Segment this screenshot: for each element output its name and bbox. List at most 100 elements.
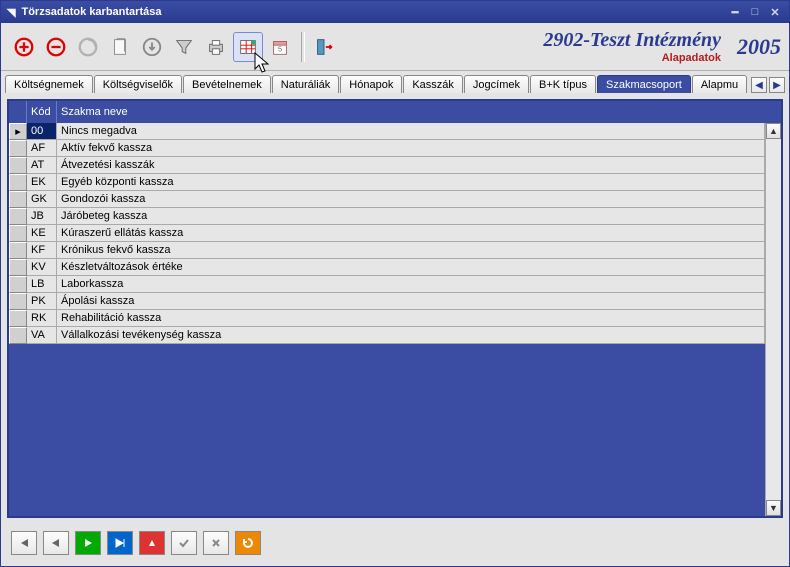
row-selector[interactable] — [9, 208, 27, 225]
table-row[interactable]: EKEgyéb központi kassza — [9, 174, 765, 191]
maximize-button[interactable]: □ — [747, 5, 763, 19]
row-name-cell[interactable]: Rehabilitáció kassza — [57, 310, 765, 327]
tab-bevételnemek[interactable]: Bevételnemek — [183, 75, 271, 93]
tab-költségviselők[interactable]: Költségviselők — [94, 75, 182, 93]
table-row[interactable]: PKÁpolási kassza — [9, 293, 765, 310]
nav-cancel-button[interactable] — [203, 531, 229, 555]
tab-költségnemek[interactable]: Költségnemek — [5, 75, 93, 93]
row-code-cell[interactable]: PK — [27, 293, 57, 310]
row-name-cell[interactable]: Átvezetési kasszák — [57, 157, 765, 174]
row-name-cell[interactable]: Aktív fekvő kassza — [57, 140, 765, 157]
row-selector[interactable] — [9, 327, 27, 344]
exit-button[interactable] — [309, 32, 339, 62]
tab-jogcímek[interactable]: Jogcímek — [464, 75, 529, 93]
table-row[interactable]: ATÁtvezetési kasszák — [9, 157, 765, 174]
row-name-cell[interactable]: Egyéb központi kassza — [57, 174, 765, 191]
nav-first-button[interactable] — [11, 531, 37, 555]
row-selector[interactable] — [9, 225, 27, 242]
tab-naturáliák[interactable]: Naturáliák — [272, 75, 340, 93]
vertical-scrollbar[interactable]: ▲ ▼ — [765, 123, 781, 516]
row-name-cell[interactable]: Gondozói kassza — [57, 191, 765, 208]
add-icon — [13, 36, 35, 58]
spreadsheet-button[interactable] — [233, 32, 263, 62]
row-code-cell[interactable]: AT — [27, 157, 57, 174]
row-name-cell[interactable]: Ápolási kassza — [57, 293, 765, 310]
row-selector[interactable] — [9, 259, 27, 276]
down-arrow-icon — [141, 36, 163, 58]
row-name-cell[interactable]: Kúraszerű ellátás kassza — [57, 225, 765, 242]
filter-button[interactable] — [169, 32, 199, 62]
tab-scroll-left-button[interactable]: ◀ — [751, 77, 767, 93]
scroll-track[interactable] — [766, 139, 781, 500]
row-code-cell[interactable]: EK — [27, 174, 57, 191]
table-row[interactable]: KFKrónikus fekvő kassza — [9, 242, 765, 259]
row-selector[interactable] — [9, 140, 27, 157]
nav-refresh-button[interactable] — [235, 531, 261, 555]
table-row[interactable]: KVKészletváltozások értéke — [9, 259, 765, 276]
grid-header-row: Kód Szakma neve — [9, 101, 781, 123]
nav-check-button[interactable] — [171, 531, 197, 555]
row-selector[interactable] — [9, 310, 27, 327]
row-name-cell[interactable]: Laborkassza — [57, 276, 765, 293]
row-code-cell[interactable]: KF — [27, 242, 57, 259]
refresh-button[interactable] — [73, 32, 103, 62]
row-selector[interactable] — [9, 174, 27, 191]
table-row[interactable]: ▸00Nincs megadva — [9, 123, 765, 140]
app-icon: ◥ — [7, 6, 15, 19]
print-button[interactable] — [201, 32, 231, 62]
table-row[interactable]: VAVállalkozási tevékenység kassza — [9, 327, 765, 344]
row-code-cell[interactable]: 00 — [27, 123, 57, 140]
nav-last-button[interactable] — [107, 531, 133, 555]
table-row[interactable]: AFAktív fekvő kassza — [9, 140, 765, 157]
row-selector[interactable] — [9, 157, 27, 174]
row-name-cell[interactable]: Járóbeteg kassza — [57, 208, 765, 225]
minimize-button[interactable]: ━ — [727, 5, 743, 19]
table-row[interactable]: GKGondozói kassza — [9, 191, 765, 208]
row-code-cell[interactable]: LB — [27, 276, 57, 293]
tab-hónapok[interactable]: Hónapok — [340, 75, 402, 93]
copy-button[interactable] — [105, 32, 135, 62]
tab-kasszák[interactable]: Kasszák — [403, 75, 463, 93]
row-code-cell[interactable]: VA — [27, 327, 57, 344]
calendar-button[interactable]: 5 — [265, 32, 295, 62]
table-row[interactable]: JBJáróbeteg kassza — [9, 208, 765, 225]
row-selector[interactable] — [9, 293, 27, 310]
grid-header-code[interactable]: Kód — [27, 101, 57, 123]
row-selector[interactable] — [9, 242, 27, 259]
table-row[interactable]: KEKúraszerű ellátás kassza — [9, 225, 765, 242]
window-title: Törzsadatok karbantartása — [21, 6, 161, 18]
nav-insert-button[interactable] — [139, 531, 165, 555]
tab-alapmu[interactable]: Alapmu — [692, 75, 747, 93]
table-row[interactable]: RKRehabilitáció kassza — [9, 310, 765, 327]
header-block: 2902-Teszt Intézmény Alapadatok — [341, 29, 725, 64]
tab-scroll-right-button[interactable]: ▶ — [769, 77, 785, 93]
grid-header-name[interactable]: Szakma neve — [57, 106, 781, 118]
row-code-cell[interactable]: JB — [27, 208, 57, 225]
row-name-cell[interactable]: Készletváltozások értéke — [57, 259, 765, 276]
scroll-down-button[interactable]: ▼ — [766, 500, 781, 516]
tab-szakmacsoport[interactable]: Szakmacsoport — [597, 75, 691, 93]
row-code-cell[interactable]: AF — [27, 140, 57, 157]
row-selector[interactable] — [9, 276, 27, 293]
svg-text:5: 5 — [278, 44, 282, 53]
row-name-cell[interactable]: Krónikus fekvő kassza — [57, 242, 765, 259]
close-button[interactable]: ✕ — [767, 5, 783, 19]
table-row[interactable]: LBLaborkassza — [9, 276, 765, 293]
download-button[interactable] — [137, 32, 167, 62]
row-name-cell[interactable]: Vállalkozási tevékenység kassza — [57, 327, 765, 344]
delete-button[interactable] — [41, 32, 71, 62]
row-selector[interactable]: ▸ — [9, 123, 27, 140]
nav-next-button[interactable] — [75, 531, 101, 555]
spreadsheet-icon — [237, 36, 259, 58]
row-name-cell[interactable]: Nincs megadva — [57, 123, 765, 140]
scroll-up-button[interactable]: ▲ — [766, 123, 781, 139]
row-code-cell[interactable]: KV — [27, 259, 57, 276]
toolbar-separator — [301, 32, 305, 62]
add-button[interactable] — [9, 32, 39, 62]
row-code-cell[interactable]: KE — [27, 225, 57, 242]
tab-b+k típus[interactable]: B+K típus — [530, 75, 596, 93]
nav-prev-button[interactable] — [43, 531, 69, 555]
row-selector[interactable] — [9, 191, 27, 208]
row-code-cell[interactable]: GK — [27, 191, 57, 208]
row-code-cell[interactable]: RK — [27, 310, 57, 327]
